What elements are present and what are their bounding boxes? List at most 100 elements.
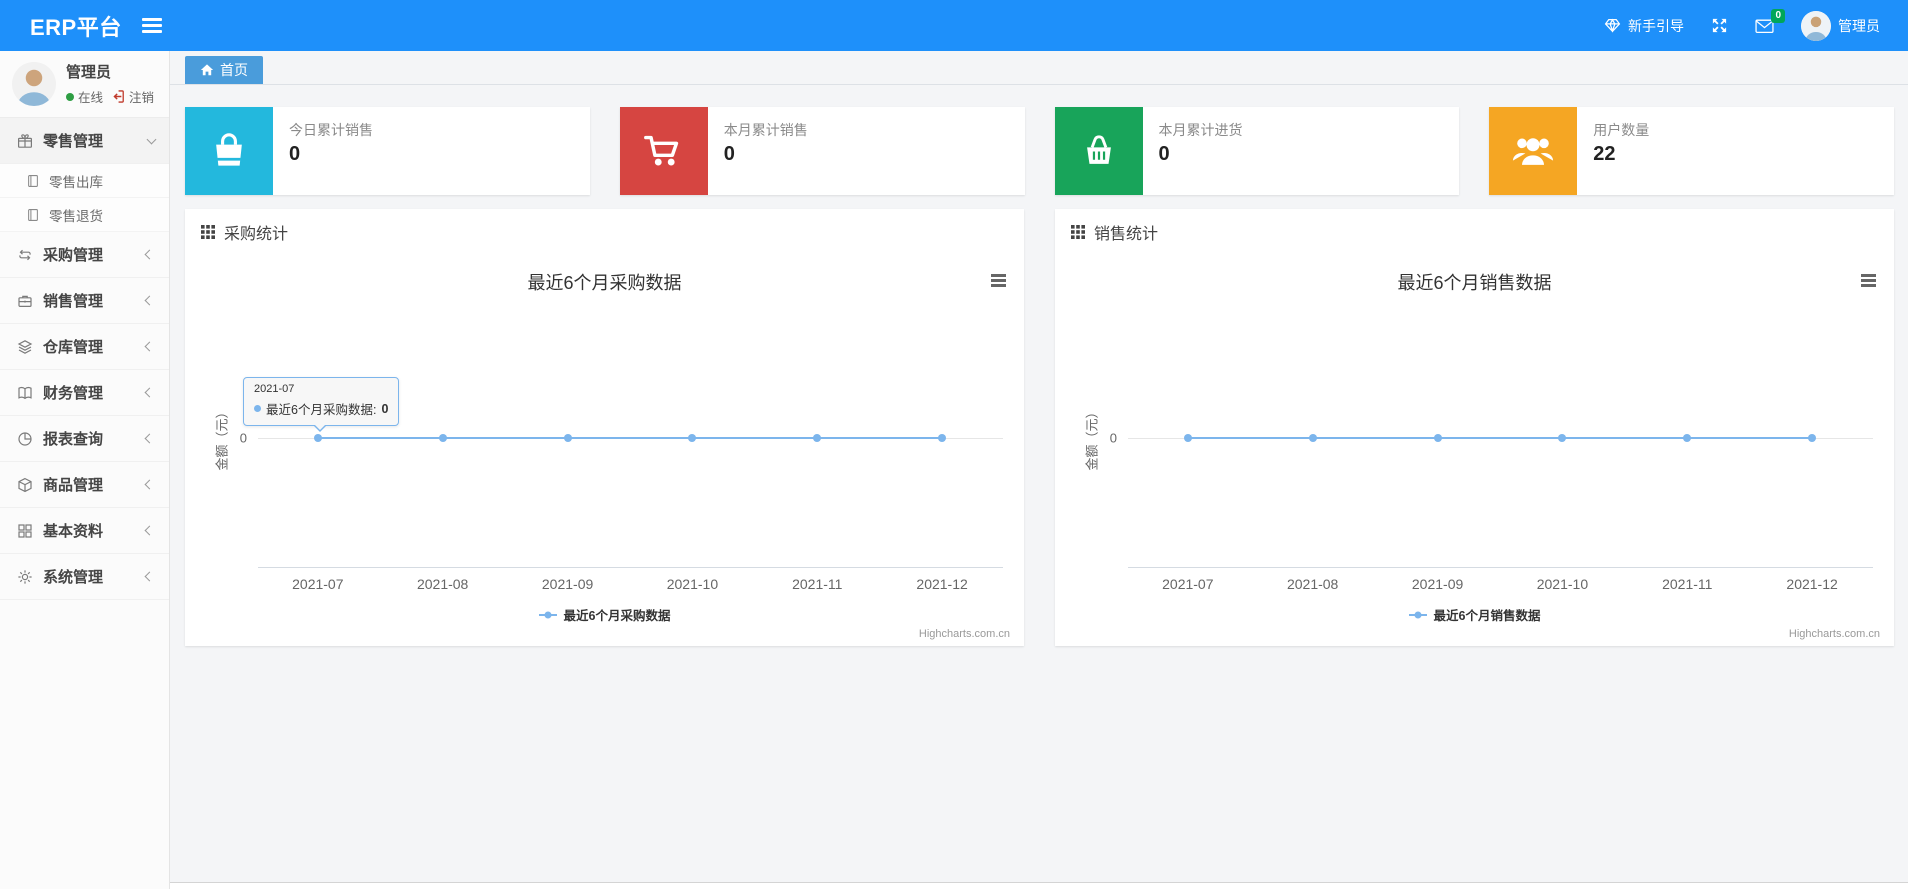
x-axis-label: 2021-11	[792, 576, 843, 592]
data-point[interactable]	[1433, 434, 1442, 442]
sidebar-item-basic-data[interactable]: 基本资料	[0, 508, 169, 554]
data-point[interactable]	[313, 434, 322, 442]
sidebar-subitem-label: 零售退货	[49, 208, 103, 224]
data-point[interactable]	[1183, 434, 1192, 442]
x-axis-line	[1128, 567, 1873, 568]
sidebar-item-reports[interactable]: 报表查询	[0, 416, 169, 462]
chevron-left-icon	[144, 341, 155, 352]
data-point[interactable]	[688, 434, 697, 442]
logout-label: 注销	[129, 91, 155, 105]
chevron-left-icon	[144, 387, 155, 398]
chart-legend[interactable]: 最近6个月销售数据	[1055, 605, 1894, 624]
chart-title: 最近6个月采购数据	[527, 273, 682, 293]
brand-logo[interactable]: ERP平台	[0, 10, 122, 42]
sidebar-item-sales[interactable]: 销售管理	[0, 278, 169, 324]
stat-card-user-count[interactable]: 用户数量 22	[1489, 107, 1894, 195]
sidebar-item-label: 采购管理	[43, 247, 104, 264]
avatar	[1801, 10, 1831, 41]
chevron-down-icon	[146, 134, 157, 144]
sidebar-item-retail[interactable]: 零售管理	[0, 118, 169, 164]
sidebar-item-retail-outbound[interactable]: 零售出库	[0, 164, 169, 198]
online-status-icon	[66, 92, 74, 101]
user-panel: 管理员 在线 注销	[0, 51, 169, 118]
chart-legend[interactable]: 最近6个月采购数据	[185, 605, 1024, 624]
stat-label: 用户数量	[1593, 122, 1650, 138]
data-point[interactable]	[938, 434, 947, 442]
tab-home[interactable]: 首页	[185, 56, 263, 84]
messages-button[interactable]: 0	[1755, 8, 1785, 34]
sidebar-subitem-label: 零售出库	[49, 174, 103, 190]
messages-count-badge: 0	[1771, 8, 1785, 23]
y-axis-title: 金额（元）	[214, 405, 230, 471]
stat-label: 今日累计销售	[289, 122, 373, 138]
logout-link[interactable]: 注销	[113, 87, 154, 106]
sidebar-item-label: 系统管理	[43, 569, 104, 586]
x-axis-label: 2021-07	[292, 576, 344, 592]
stat-value: 0	[1158, 143, 1170, 165]
data-point[interactable]	[1683, 434, 1692, 442]
sidebar-item-finance[interactable]: 财务管理	[0, 370, 169, 416]
journal-icon	[26, 208, 40, 222]
sales-stats-panel: 销售统计 最近6个月销售数据 金额（元） 0 2021-07 2021-08 2…	[1055, 209, 1894, 646]
top-navbar: ERP平台 新手引导 0 管理员	[0, 0, 1908, 51]
data-point[interactable]	[1308, 434, 1317, 442]
legend-label: 最近6个月销售数据	[1433, 609, 1541, 623]
highcharts-credit-link[interactable]: Highcharts.com.cn	[1789, 628, 1880, 640]
data-point[interactable]	[438, 434, 447, 442]
stat-card-month-sales[interactable]: 本月累计销售 0	[619, 107, 1025, 195]
sidebar-item-label: 报表查询	[43, 431, 104, 448]
shopping-bag-icon	[185, 107, 273, 195]
sidebar-item-retail-return[interactable]: 零售退货	[0, 198, 169, 232]
data-point[interactable]	[813, 434, 822, 442]
guide-button[interactable]: 新手引导	[1604, 16, 1684, 36]
y-axis-tick: 0	[1109, 430, 1117, 446]
legend-marker-icon	[538, 613, 557, 616]
sidebar-item-purchase[interactable]: 采购管理	[0, 232, 169, 278]
highcharts-credit-link[interactable]: Highcharts.com.cn	[919, 628, 1010, 640]
series-line	[317, 437, 943, 439]
panel-header: 销售统计	[1055, 209, 1894, 254]
stat-card-today-sales[interactable]: 今日累计销售 0	[185, 107, 590, 195]
chart-export-menu-button[interactable]	[991, 274, 1006, 289]
chevron-left-icon	[144, 571, 155, 582]
chart-export-menu-button[interactable]	[1861, 274, 1876, 289]
panel-title: 采购统计	[224, 225, 289, 243]
user-menu[interactable]: 管理员	[1801, 10, 1880, 41]
x-axis-label: 2021-11	[1662, 576, 1713, 592]
sidebar-item-system[interactable]: 系统管理	[0, 554, 169, 600]
data-point[interactable]	[1808, 434, 1817, 442]
x-axis-label: 2021-09	[541, 576, 594, 592]
sidebar-item-label: 财务管理	[43, 385, 104, 402]
panel-title: 销售统计	[1094, 225, 1159, 243]
chart-tooltip: 2021-07 最近6个月采购数据: 0	[243, 377, 400, 432]
purchase-chart: 最近6个月采购数据 金额（元） 0 2021-07 2021-08 2021-0	[185, 254, 1024, 646]
stat-card-month-purchase[interactable]: 本月累计进货 0	[1054, 107, 1460, 195]
th-grid-icon	[1071, 224, 1085, 239]
sidebar-item-label: 零售管理	[43, 133, 104, 150]
fullscreen-button[interactable]	[1711, 17, 1728, 34]
x-axis-line	[258, 567, 1003, 568]
x-axis-label: 2021-08	[416, 576, 469, 592]
chart-title: 最近6个月销售数据	[1397, 273, 1552, 293]
cart-icon	[619, 107, 708, 195]
username-label: 管理员	[1838, 17, 1880, 34]
chevron-left-icon	[144, 249, 155, 260]
loop-icon	[17, 247, 33, 263]
footer	[170, 882, 1908, 889]
stat-value: 0	[289, 143, 301, 165]
chevron-left-icon	[144, 525, 155, 536]
sidebar-menu: 零售管理 零售出库 零售退货 采购管理 销售管理 仓库管理 财务管理 报表查询 …	[0, 118, 169, 600]
sidebar: 管理员 在线 注销 零售管理 零售出库 零售退货 采购管理 销售管理 仓库管理 …	[0, 51, 170, 889]
data-point[interactable]	[563, 434, 572, 442]
online-status-label: 在线	[78, 91, 104, 105]
stat-value: 22	[1593, 143, 1616, 165]
gear-icon	[17, 569, 33, 585]
guide-label: 新手引导	[1628, 17, 1684, 34]
series-line	[1187, 437, 1813, 439]
sidebar-toggle-icon[interactable]	[141, 15, 162, 37]
sidebar-item-warehouse[interactable]: 仓库管理	[0, 324, 169, 370]
stat-label: 本月累计销售	[723, 122, 808, 138]
data-point[interactable]	[1558, 434, 1567, 442]
tooltip-category: 2021-07	[254, 383, 295, 395]
sidebar-item-goods[interactable]: 商品管理	[0, 462, 169, 508]
